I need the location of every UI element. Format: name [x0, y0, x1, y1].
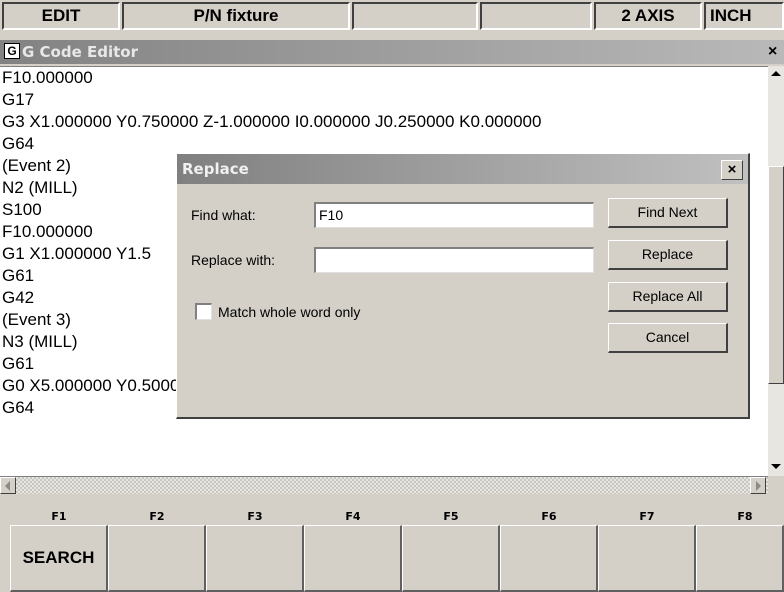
function-key-label-f8: F8 — [737, 510, 753, 523]
f7-button[interactable] — [598, 525, 696, 592]
replace-dialog-title-bar[interactable]: Replace × — [177, 154, 748, 184]
match-whole-word-label[interactable]: Match whole word only — [218, 303, 360, 321]
status-field-empty-2 — [480, 2, 592, 30]
function-key-label-f4: F4 — [345, 510, 361, 523]
vertical-scroll-thumb[interactable] — [768, 166, 784, 384]
arrow-left-icon — [5, 481, 10, 491]
replace-dialog: Replace × Find what: F10 Replace with: M… — [176, 153, 750, 419]
replace-all-button[interactable]: Replace All — [608, 282, 728, 312]
status-field-empty-1 — [352, 2, 478, 30]
function-key-label-f7: F7 — [639, 510, 655, 523]
axis-indicator: 2 AXIS — [594, 2, 702, 30]
match-whole-word-checkbox[interactable] — [195, 303, 212, 320]
close-icon[interactable]: × — [721, 160, 743, 180]
code-line[interactable]: G42 — [2, 287, 34, 309]
part-name-indicator: P/N fixture — [122, 2, 350, 30]
code-line[interactable]: S100 — [2, 199, 42, 221]
function-key-label-f3: F3 — [247, 510, 263, 523]
code-line[interactable]: F10.000000 — [2, 67, 93, 89]
replace-button[interactable]: Replace — [608, 240, 728, 270]
editor-close-button[interactable]: × — [768, 42, 777, 62]
find-next-button[interactable]: Find Next — [608, 198, 728, 228]
f8-button[interactable] — [696, 525, 784, 592]
scroll-right-button[interactable] — [750, 477, 766, 494]
arrow-up-icon[interactable] — [771, 71, 781, 76]
code-line[interactable]: G17 — [2, 89, 34, 111]
g-code-editor-icon: G — [4, 43, 20, 59]
f4-button[interactable] — [304, 525, 402, 592]
code-line[interactable]: G64 — [2, 397, 34, 419]
code-line[interactable]: G64 — [2, 133, 34, 155]
horizontal-scrollbar[interactable] — [0, 476, 768, 494]
code-line[interactable]: (Event 3) — [2, 309, 71, 331]
function-key-bar: F1 F2 F3 F4 F5 F6 F7 F8 SEARCH — [0, 505, 784, 592]
find-what-input[interactable]: F10 — [314, 202, 594, 228]
editor-title: G Code Editor — [22, 43, 138, 61]
f6-button[interactable] — [500, 525, 598, 592]
code-line[interactable]: N2 (MILL) — [2, 177, 78, 199]
function-key-label-f5: F5 — [443, 510, 459, 523]
status-bar: EDIT P/N fixture 2 AXIS INCH — [0, 0, 784, 34]
arrow-down-icon[interactable] — [771, 464, 781, 469]
function-key-label-f1: F1 — [51, 510, 67, 523]
code-line[interactable]: G1 X1.000000 Y1.5 — [2, 243, 151, 265]
function-key-label-f2: F2 — [149, 510, 165, 523]
code-line[interactable]: G61 — [2, 265, 34, 287]
cancel-button[interactable]: Cancel — [608, 323, 728, 353]
mode-indicator: EDIT — [2, 2, 120, 30]
editor-title-bar[interactable]: G G Code Editor × — [0, 40, 784, 64]
function-key-label-f6: F6 — [541, 510, 557, 523]
code-line[interactable]: G3 X1.000000 Y0.750000 Z-1.000000 I0.000… — [2, 111, 541, 133]
f3-button[interactable] — [206, 525, 304, 592]
code-line[interactable]: (Event 2) — [2, 155, 71, 177]
replace-with-input[interactable] — [314, 247, 594, 273]
arrow-right-icon — [756, 481, 761, 491]
f2-button[interactable] — [108, 525, 206, 592]
f1-search-button[interactable]: SEARCH — [10, 525, 108, 592]
code-line[interactable]: N3 (MILL) — [2, 331, 78, 353]
find-what-label: Find what: — [191, 207, 256, 223]
replace-with-label: Replace with: — [191, 252, 276, 268]
replace-dialog-title: Replace — [182, 160, 249, 178]
scroll-left-button[interactable] — [0, 477, 16, 494]
units-indicator: INCH — [704, 2, 784, 30]
f5-button[interactable] — [402, 525, 500, 592]
code-line[interactable]: G61 — [2, 353, 34, 375]
code-line[interactable]: F10.000000 — [2, 221, 93, 243]
vertical-scrollbar[interactable] — [768, 66, 784, 476]
